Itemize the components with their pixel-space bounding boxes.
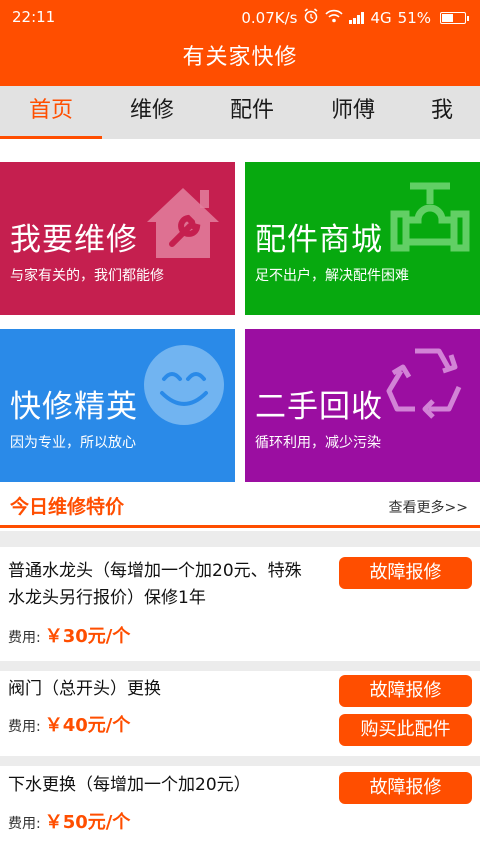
alarm-icon	[303, 8, 319, 28]
tile-recycle-subtitle: 循环利用，减少污染	[255, 435, 381, 451]
tab-masters[interactable]: 师傅	[302, 86, 404, 139]
tile-repair-subtitle: 与家有关的，我们都能修	[10, 268, 164, 284]
tile-parts-mall[interactable]: 配件商城 足不出户，解决配件困难	[245, 162, 480, 315]
house-wrench-icon	[147, 188, 219, 258]
recycle-icon	[386, 348, 462, 419]
item-price: ￥30元/个	[44, 626, 131, 647]
fee-label: 费用:	[8, 816, 41, 832]
network-speed: 0.07K/s	[241, 9, 298, 27]
battery-percent: 51%	[397, 9, 431, 27]
item-fee: 费用: ￥50元/个	[8, 808, 130, 834]
specials-header: 今日维修特价 查看更多>>	[0, 484, 480, 528]
divider	[0, 531, 480, 547]
tile-elite-title: 快修精英	[10, 389, 138, 425]
list-item[interactable]: 下水更换（每增加一个加20元） 费用: ￥50元/个 故障报修	[0, 766, 480, 853]
fee-label: 费用:	[8, 719, 41, 735]
report-repair-button[interactable]: 故障报修	[339, 557, 472, 589]
divider	[0, 756, 480, 766]
item-name: 下水更换（每增加一个加20元）	[8, 775, 251, 795]
wifi-icon	[325, 9, 344, 27]
item-name: 阀门（总开头）更换	[8, 679, 161, 699]
tile-parts-subtitle: 足不出户，解决配件困难	[255, 268, 409, 284]
specials-title: 今日维修特价	[10, 496, 125, 518]
tile-repair[interactable]: 我要维修 与家有关的，我们都能修	[0, 162, 235, 315]
app-title: 有关家快修	[0, 34, 480, 86]
network-type: 4G	[370, 9, 392, 27]
item-price: ￥40元/个	[44, 715, 131, 736]
battery-icon	[440, 12, 469, 24]
tile-recycle-title: 二手回收	[255, 389, 383, 425]
item-name: 普通水龙头（每增加一个加20元、特殊 水龙头另行报价）保修1年	[8, 558, 302, 612]
item-name-line1: 普通水龙头（每增加一个加20元、特殊	[8, 561, 302, 581]
status-right: 0.07K/s 4G 51%	[241, 8, 469, 28]
tile-elite-subtitle: 因为专业，所以放心	[10, 435, 136, 451]
item-price: ￥50元/个	[44, 812, 131, 833]
tab-repair[interactable]: 维修	[102, 86, 202, 139]
tile-parts-title: 配件商城	[255, 222, 383, 258]
tile-elite[interactable]: 快修精英 因为专业，所以放心	[0, 329, 235, 482]
tile-recycle[interactable]: 二手回收 循环利用，减少污染	[245, 329, 480, 482]
item-fee: 费用: ￥40元/个	[8, 711, 130, 737]
list-item[interactable]: 阀门（总开头）更换 费用: ￥40元/个 故障报修 购买此配件	[0, 671, 480, 756]
signal-icon	[349, 12, 365, 24]
valve-icon	[390, 182, 470, 252]
tab-me[interactable]: 我	[404, 86, 480, 139]
tile-repair-title: 我要维修	[10, 222, 138, 258]
report-repair-button[interactable]: 故障报修	[339, 772, 472, 804]
tab-bar: 首页 维修 配件 师傅 我	[0, 86, 480, 139]
fee-label: 费用:	[8, 630, 41, 646]
tab-home[interactable]: 首页	[0, 86, 102, 139]
item-fee: 费用: ￥30元/个	[8, 622, 130, 648]
view-more-link[interactable]: 查看更多>>	[389, 497, 468, 517]
tab-parts[interactable]: 配件	[202, 86, 302, 139]
battery-fill	[442, 14, 453, 22]
status-time: 22:11	[12, 8, 56, 26]
divider	[0, 661, 480, 671]
buy-part-button[interactable]: 购买此配件	[339, 714, 472, 746]
status-bar: 22:11 0.07K/s 4G 51%	[0, 0, 480, 34]
item-name-line2: 水龙头另行报价）保修1年	[8, 588, 206, 608]
smiley-icon	[144, 345, 224, 425]
report-repair-button[interactable]: 故障报修	[339, 675, 472, 707]
list-item[interactable]: 普通水龙头（每增加一个加20元、特殊 水龙头另行报价）保修1年 费用: ￥30元/…	[0, 547, 480, 661]
